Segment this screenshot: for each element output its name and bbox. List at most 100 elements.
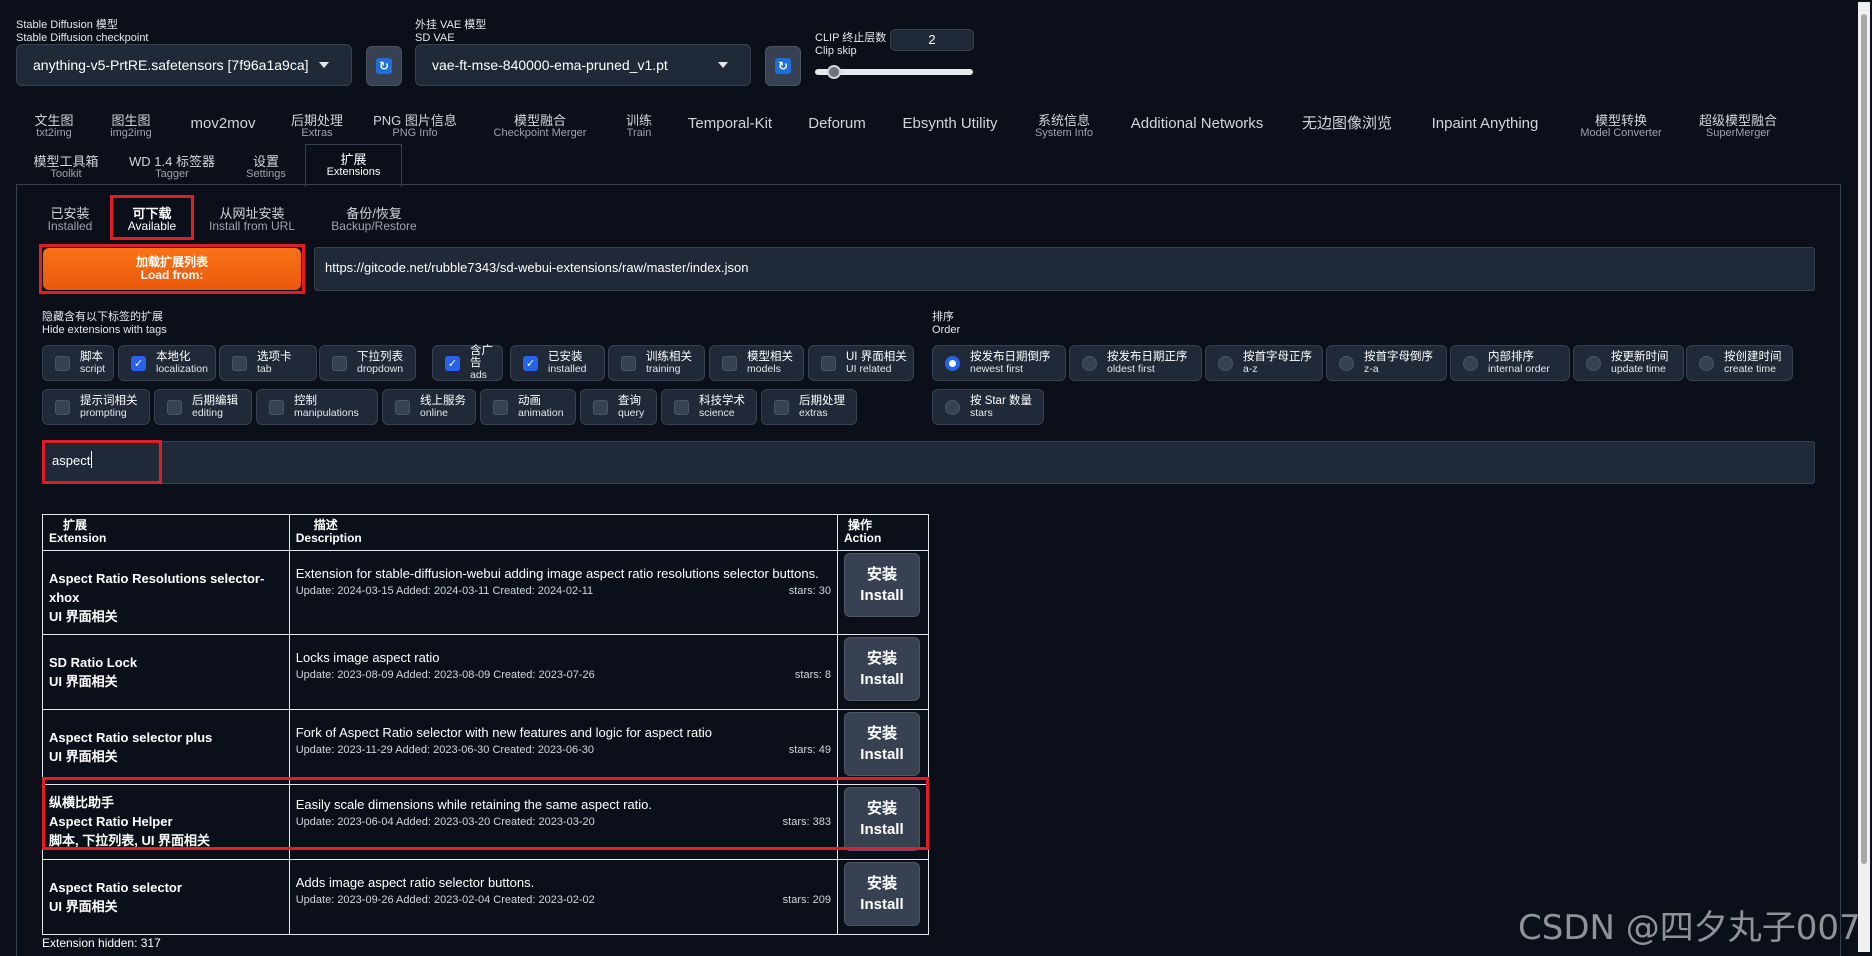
checkbox[interactable] xyxy=(167,399,182,415)
hide-tag-online[interactable]: 线上服务 online xyxy=(382,389,476,425)
tab-toolkit[interactable]: 模型工具箱 Toolkit xyxy=(30,155,102,181)
radio[interactable] xyxy=(1699,355,1714,371)
order-option-oldest-first[interactable]: 按发布日期正序 oldest first xyxy=(1069,345,1202,381)
extension-tags: UI 界面相关 xyxy=(49,674,118,689)
hide-tag-manipulations[interactable]: 控制 manipulations xyxy=(256,389,378,425)
checkbox[interactable] xyxy=(593,399,608,415)
hide-tag-script[interactable]: 脚本 script xyxy=(42,345,114,381)
hide-tag-tab[interactable]: 选项卡 tab xyxy=(219,345,317,381)
checkbox[interactable]: ✓ xyxy=(523,355,538,371)
radio[interactable] xyxy=(945,355,960,371)
tab-settings[interactable]: 设置 Settings xyxy=(236,155,296,181)
order-option-z-a[interactable]: 按首字母倒序 z-a xyxy=(1326,345,1447,381)
tab-tagger[interactable]: WD 1.4 标签器 Tagger xyxy=(124,155,220,181)
extension-tags: UI 界面相关 xyxy=(49,749,118,764)
order-option-update-time[interactable]: 按更新时间 update time xyxy=(1573,345,1684,381)
checkbox[interactable] xyxy=(821,355,836,371)
tab-ebsynth-utility[interactable]: Ebsynth Utility xyxy=(893,115,1007,133)
checkbox[interactable] xyxy=(493,399,508,415)
hide-tag-localization[interactable]: ✓ 本地化 localization xyxy=(118,345,216,381)
radio[interactable] xyxy=(945,399,960,415)
install-button[interactable]: 安装 Install xyxy=(843,553,920,617)
tab-deforum[interactable]: Deforum xyxy=(800,115,874,133)
hide-tag-installed[interactable]: ✓ 已安装 installed xyxy=(510,345,605,381)
extensions-index-url-input[interactable]: https://gitcode.net/rubble7343/sd-webui-… xyxy=(314,247,1815,291)
tab-supermerger[interactable]: 超级模型融合 SuperMerger xyxy=(1690,114,1786,140)
extension-name[interactable]: Aspect Ratio selector plus xyxy=(49,728,283,747)
tab-system-info[interactable]: 系统信息 System Info xyxy=(1024,114,1104,140)
tab-model-converter[interactable]: 模型转换 Model Converter xyxy=(1566,114,1676,140)
hide-tag-extras[interactable]: 后期处理 extras xyxy=(761,389,857,425)
tab-additional-networks[interactable]: Additional Networks xyxy=(1122,115,1272,133)
clip-skip-slider[interactable] xyxy=(815,65,973,79)
checkbox-label: 控制 manipulations xyxy=(294,395,359,419)
checkbox[interactable]: ✓ xyxy=(131,355,146,371)
install-button[interactable]: 安装 Install xyxy=(843,637,920,701)
sd-model-refresh-button[interactable]: ↻ xyxy=(366,46,402,86)
subtab-install-from-url[interactable]: 从网址安装 Install from URL xyxy=(206,207,298,233)
subtab-backup-restore[interactable]: 备份/恢复 Backup/Restore xyxy=(326,207,422,233)
checkbox[interactable] xyxy=(674,399,689,415)
slider-thumb[interactable] xyxy=(827,65,841,79)
hide-tag-science[interactable]: 科技学术 science xyxy=(661,389,757,425)
checkbox[interactable] xyxy=(395,399,410,415)
subtab-available[interactable]: 可下载 Available xyxy=(110,195,194,240)
tab-mov2mov[interactable]: mov2mov xyxy=(183,115,263,133)
extensions-table: 扩展 Extension 描述 Description 操作 Action Aspec… xyxy=(42,514,930,935)
tab-extras[interactable]: 后期处理 Extras xyxy=(284,114,350,140)
description-cell: Locks image aspect ratio Update: 2023-08-… xyxy=(288,634,838,710)
radio[interactable] xyxy=(1586,355,1601,371)
hide-tag-prompting[interactable]: 提示词相关 prompting xyxy=(42,389,150,425)
checkbox[interactable] xyxy=(722,355,737,371)
hide-tag-training[interactable]: 训练相关 training xyxy=(608,345,705,381)
tab-temporal-kit[interactable]: Temporal-Kit xyxy=(680,115,780,133)
extension-name[interactable]: Aspect Ratio selector xyxy=(49,878,283,897)
extension-name[interactable]: SD Ratio Lock xyxy=(49,653,283,672)
order-option-a-z[interactable]: 按首字母正序 a-z xyxy=(1205,345,1323,381)
tab-img2img[interactable]: 图生图 img2img xyxy=(103,114,159,140)
tab-checkpoint-merger[interactable]: 模型融合 Checkpoint Merger xyxy=(480,114,600,140)
tab-txt2img[interactable]: 文生图 txt2img xyxy=(26,114,82,140)
tab-image-browser[interactable]: 无边图像浏览 xyxy=(1292,115,1402,133)
checkbox[interactable] xyxy=(332,355,347,371)
tab-inpaint-anything[interactable]: Inpaint Anything xyxy=(1420,115,1550,133)
order-option-newest-first[interactable]: 按发布日期倒序 newest first xyxy=(932,345,1066,381)
checkbox[interactable] xyxy=(621,355,636,371)
radio[interactable] xyxy=(1218,355,1233,371)
action-cell: 安装 Install xyxy=(836,709,930,785)
hide-tag-ui-related[interactable]: UI 界面相关 UI related xyxy=(808,345,914,381)
radio[interactable] xyxy=(1463,355,1478,371)
radio[interactable] xyxy=(1082,355,1097,371)
tab-extensions[interactable]: 扩展 Extensions xyxy=(305,144,402,187)
tab-png-info[interactable]: PNG 图片信息 PNG Info xyxy=(370,114,460,140)
clip-skip-number[interactable]: 2 xyxy=(890,29,974,51)
order-option-create-time[interactable]: 按创建时间 create time xyxy=(1686,345,1793,381)
install-button[interactable]: 安装 Install xyxy=(843,712,920,776)
hide-tag-animation[interactable]: 动画 animation xyxy=(480,389,576,425)
hide-tag-models[interactable]: 模型相关 models xyxy=(709,345,804,381)
checkbox[interactable] xyxy=(269,399,284,415)
checkbox[interactable] xyxy=(774,399,789,415)
order-option-stars[interactable]: 按 Star 数量 stars xyxy=(932,389,1044,425)
hide-tag-editing[interactable]: 后期编辑 editing xyxy=(154,389,252,425)
order-option-internal-order[interactable]: 内部排序 internal order xyxy=(1450,345,1570,381)
vae-dropdown[interactable]: vae-ft-mse-840000-ema-pruned_v1.pt xyxy=(415,44,751,86)
sd-model-dropdown[interactable]: anything-v5-PrtRE.safetensors [7f96a1a9c… xyxy=(16,44,352,86)
search-input[interactable] xyxy=(42,441,1815,484)
hide-tag-ads[interactable]: ✓ 含广告 ads xyxy=(432,345,503,381)
subtab-installed[interactable]: 已安装 Installed xyxy=(40,207,100,233)
tab-train[interactable]: 训练 Train xyxy=(616,114,662,140)
extension-name[interactable]: Aspect Ratio Resolutions selector-xhox xyxy=(49,569,283,607)
vae-refresh-button[interactable]: ↻ xyxy=(765,46,801,86)
install-button[interactable]: 安装 Install xyxy=(843,862,920,926)
radio[interactable] xyxy=(1339,355,1354,371)
scrollbar-thumb[interactable] xyxy=(1861,14,1867,864)
checkbox[interactable] xyxy=(55,355,70,371)
hide-tag-dropdown[interactable]: 下拉列表 dropdown xyxy=(319,345,416,381)
checkbox[interactable]: ✓ xyxy=(445,355,460,371)
page-scrollbar[interactable] xyxy=(1858,2,1870,952)
checkbox[interactable] xyxy=(232,355,247,371)
load-extensions-button[interactable]: 加载扩展列表 Load from: xyxy=(43,248,301,290)
checkbox[interactable] xyxy=(55,399,70,415)
hide-tag-query[interactable]: 查询 query xyxy=(580,389,657,425)
